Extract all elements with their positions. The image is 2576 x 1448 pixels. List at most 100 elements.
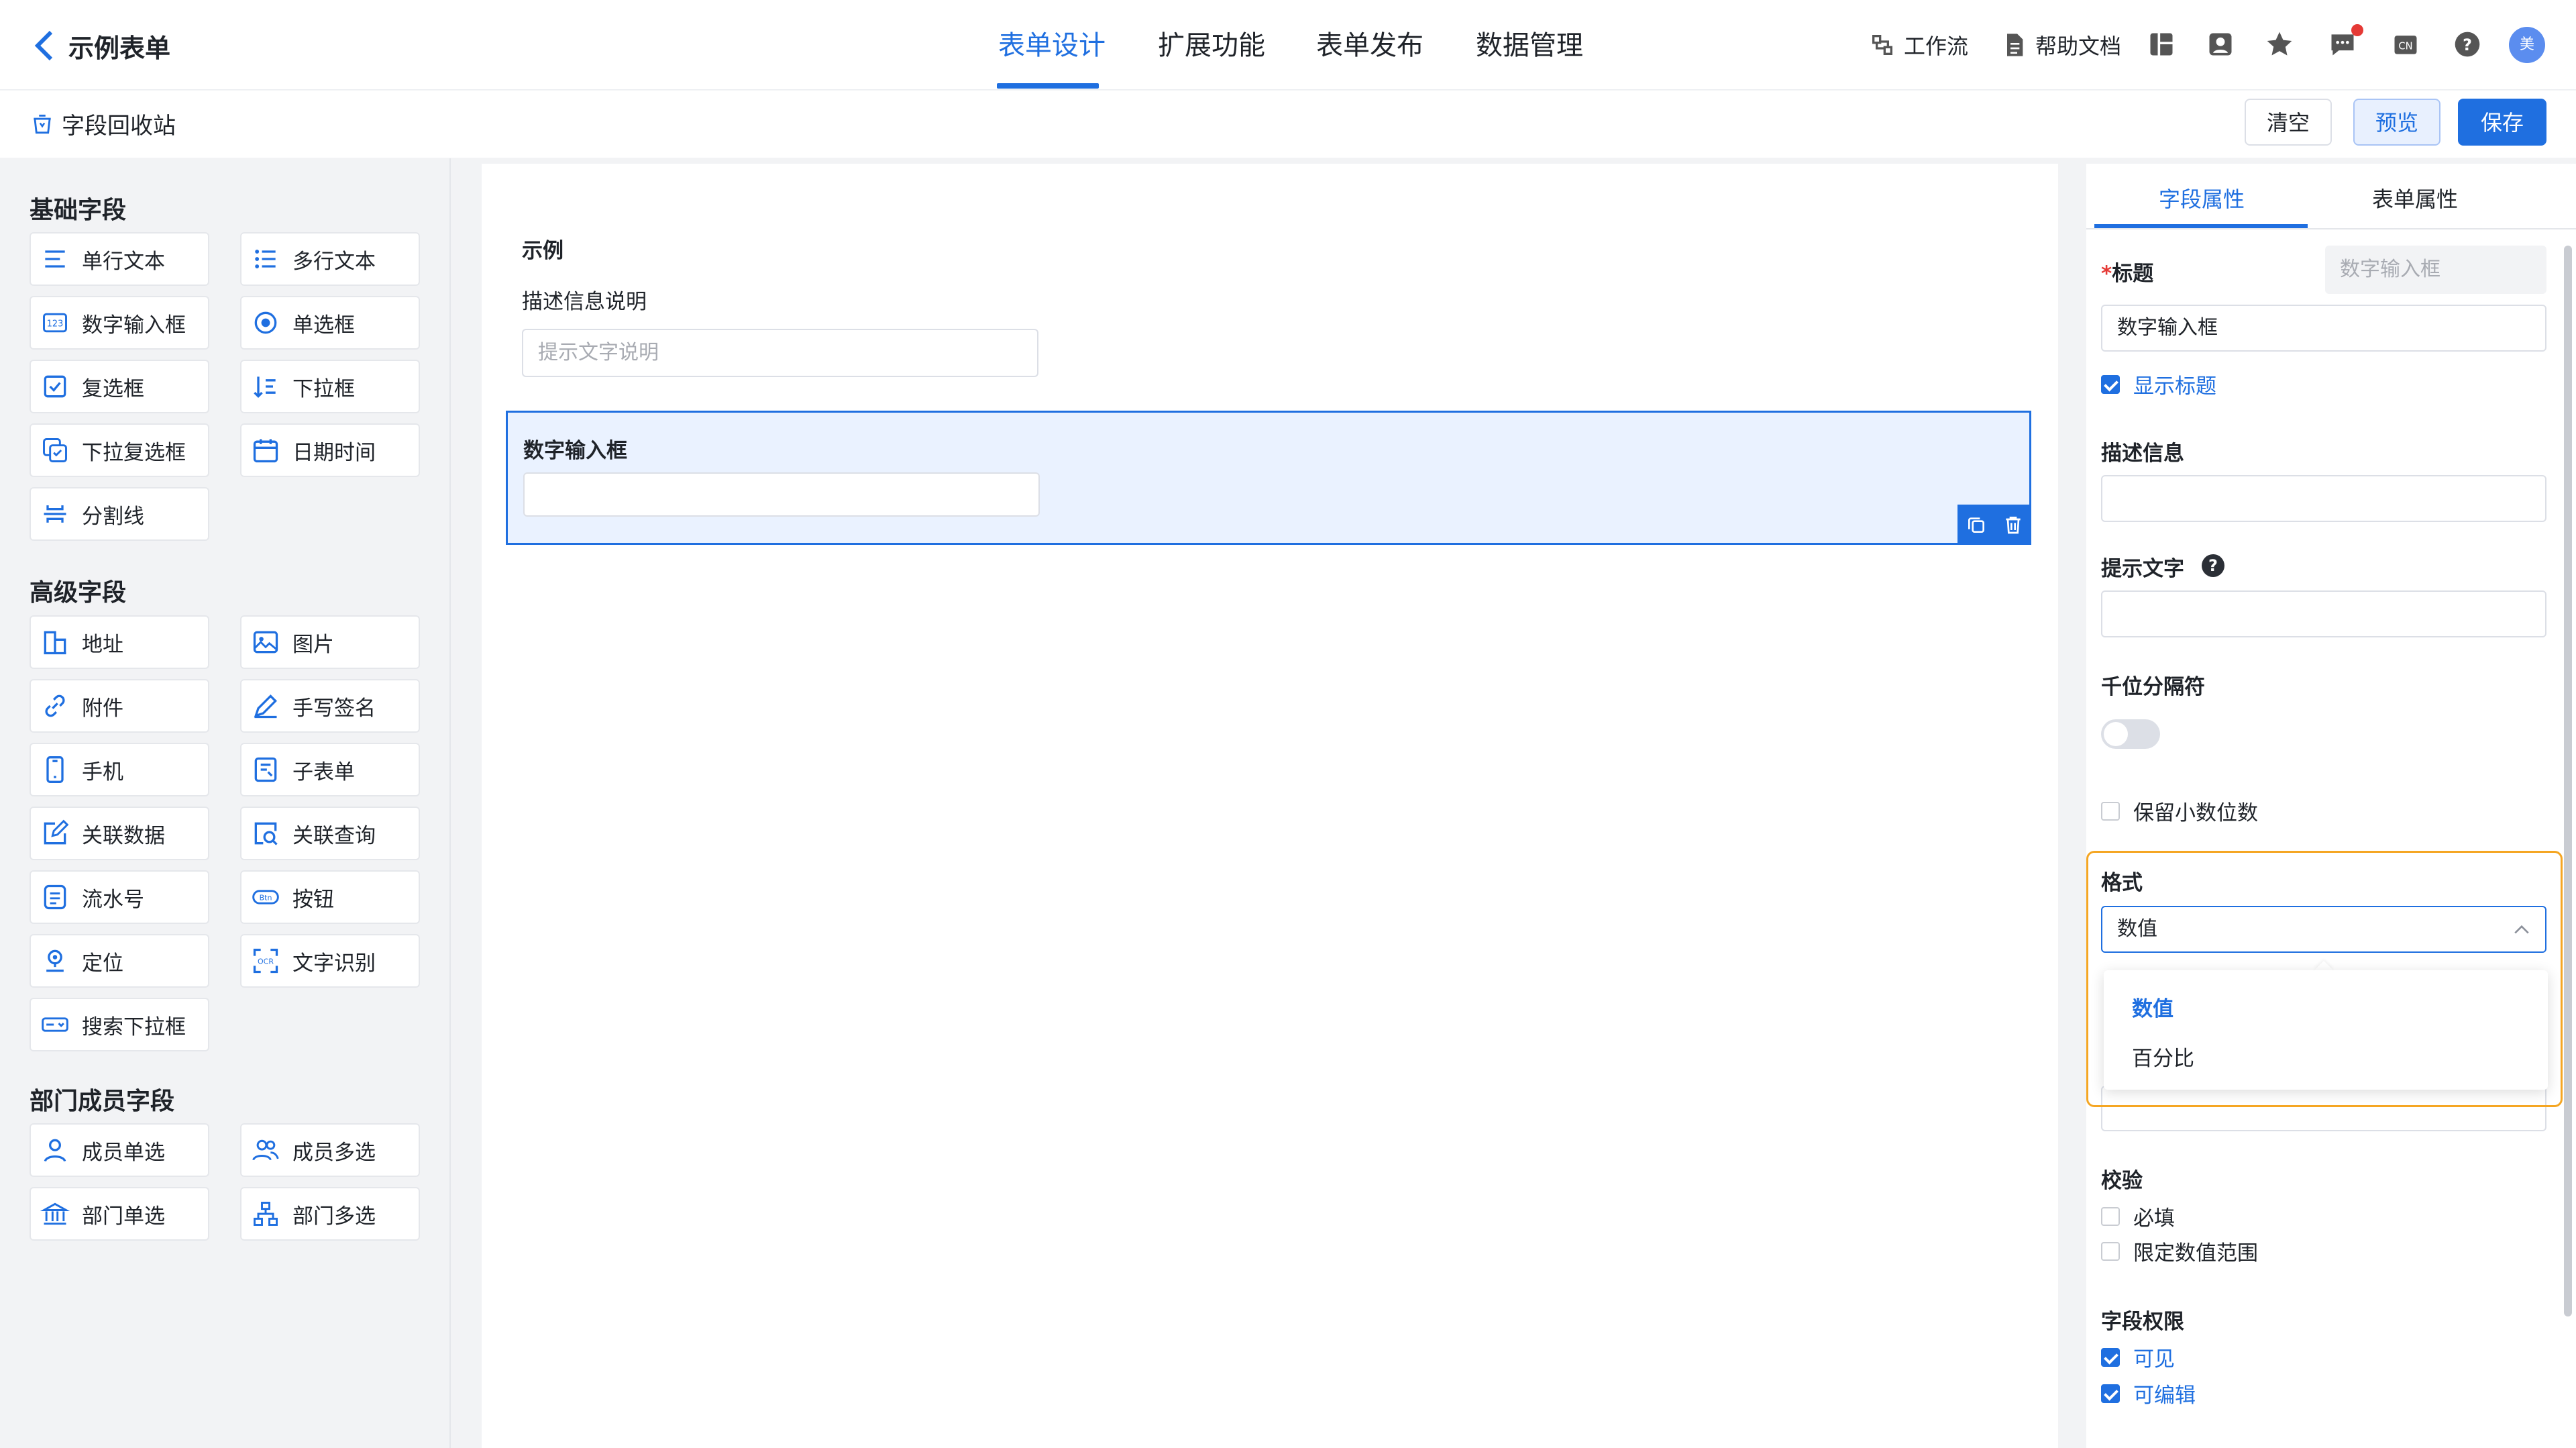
field-phone[interactable]: 手机: [30, 743, 209, 796]
trash-icon[interactable]: [2002, 514, 2024, 535]
user-avatar[interactable]: 美: [2509, 27, 2545, 63]
tab-form-properties[interactable]: 表单属性: [2372, 183, 2458, 213]
bank-icon: [40, 1199, 70, 1229]
phone-icon: [40, 755, 70, 784]
field-label: 复选框: [82, 376, 144, 401]
show-title-label: 显示标题: [2133, 374, 2216, 399]
field-related-query[interactable]: 关联查询: [240, 807, 420, 860]
keep-decimal-checkbox[interactable]: 保留小数位数: [2101, 796, 2258, 826]
checkbox-checked-icon: [2101, 1384, 2120, 1403]
field-label: 多行文本: [292, 249, 376, 274]
form-hint-input[interactable]: 提示文字说明: [522, 329, 1038, 377]
field-multi-line-text[interactable]: 多行文本: [240, 232, 420, 286]
radio-icon: [251, 308, 280, 338]
hint-text-input[interactable]: [2101, 590, 2546, 637]
language-icon[interactable]: CN: [2391, 30, 2420, 59]
field-subform[interactable]: 子表单: [240, 743, 420, 796]
tab-data-management[interactable]: 数据管理: [1476, 27, 1583, 64]
action-bar: [0, 91, 2576, 158]
field-permission-label: 字段权限: [2101, 1310, 2184, 1334]
field-label: 文字识别: [292, 951, 376, 976]
field-member-multi[interactable]: 成员多选: [240, 1123, 420, 1177]
checkbox-checked-icon: [2101, 1347, 2120, 1367]
contacts-icon[interactable]: [2206, 30, 2235, 59]
field-dropdown[interactable]: 下拉框: [240, 360, 420, 413]
hidden-input-behind-dropdown[interactable]: [2101, 1086, 2546, 1131]
field-signature[interactable]: 手写签名: [240, 679, 420, 733]
title-label-text: 标题: [2112, 262, 2154, 286]
thousands-separator-toggle[interactable]: [2101, 719, 2160, 749]
field-location[interactable]: 定位: [30, 934, 209, 988]
help-docs-button[interactable]: 帮助文档: [2000, 28, 2121, 62]
range-limit-checkbox[interactable]: 限定数值范围: [2101, 1236, 2258, 1266]
field-button[interactable]: Btn 按钮: [240, 870, 420, 924]
copy-icon[interactable]: [1966, 514, 1987, 535]
back-button[interactable]: 示例表单: [32, 27, 170, 64]
field-dropdown-multi[interactable]: 下拉复选框: [30, 423, 209, 477]
form-description[interactable]: 描述信息说明: [522, 285, 647, 315]
field-label: 单选框: [292, 313, 355, 338]
number-icon: 123: [40, 308, 70, 338]
field-checkbox[interactable]: 复选框: [30, 360, 209, 413]
field-number-input[interactable]: 123 数字输入框: [30, 296, 209, 350]
layout-icon[interactable]: [2147, 30, 2176, 59]
tab-extensions[interactable]: 扩展功能: [1158, 27, 1265, 64]
recycle-icon: [34, 114, 51, 134]
field-address[interactable]: 地址: [30, 615, 209, 669]
save-button[interactable]: 保存: [2458, 99, 2546, 146]
required-label: 必填: [2133, 1206, 2175, 1231]
title-input[interactable]: 数字输入框: [2101, 305, 2546, 352]
edit-box-icon: [40, 819, 70, 848]
field-label: 手写签名: [292, 696, 376, 721]
divider-icon: [40, 499, 70, 529]
field-datetime[interactable]: 日期时间: [240, 423, 420, 477]
field-department-multi[interactable]: 部门多选: [240, 1187, 420, 1241]
field-related-data[interactable]: 关联数据: [30, 807, 209, 860]
field-single-line-text[interactable]: 单行文本: [30, 232, 209, 286]
form-title[interactable]: 示例: [522, 234, 564, 264]
star-icon[interactable]: [2265, 30, 2294, 59]
serial-icon: [40, 882, 70, 912]
number-input-preview[interactable]: [523, 472, 1040, 517]
multi-select-icon: [40, 435, 70, 465]
field-label: 流水号: [82, 887, 144, 912]
editable-label: 可编辑: [2133, 1384, 2196, 1408]
field-serial-number[interactable]: 流水号: [30, 870, 209, 924]
visible-checkbox[interactable]: 可见: [2101, 1342, 2175, 1372]
workflow-label: 工作流: [1904, 34, 1969, 59]
field-attachment[interactable]: 附件: [30, 679, 209, 733]
users-icon: [251, 1135, 280, 1165]
tab-form-design[interactable]: 表单设计: [998, 27, 1106, 64]
field-ocr[interactable]: OCR 文字识别: [240, 934, 420, 988]
checkbox-unchecked-icon: [2101, 1206, 2120, 1226]
help-icon[interactable]: ?: [2453, 30, 2482, 59]
field-department-single[interactable]: 部门单选: [30, 1187, 209, 1241]
format-option-number[interactable]: 数值: [2132, 992, 2174, 1022]
property-panel-scrollbar[interactable]: [2564, 246, 2572, 1316]
department-member-fields-title: 部门成员字段: [30, 1088, 175, 1115]
tab-field-properties[interactable]: 字段属性: [2159, 183, 2245, 213]
field-image[interactable]: 图片: [240, 615, 420, 669]
description-input[interactable]: [2101, 475, 2546, 522]
field-search-dropdown[interactable]: 搜索下拉框: [30, 998, 209, 1051]
field-label: 部门单选: [82, 1204, 165, 1229]
required-checkbox[interactable]: 必填: [2101, 1201, 2175, 1231]
format-select[interactable]: 数值: [2101, 906, 2546, 953]
svg-text:Btn: Btn: [260, 894, 272, 902]
preview-button[interactable]: 预览: [2353, 99, 2440, 146]
field-radio[interactable]: 单选框: [240, 296, 420, 350]
field-label: 搜索下拉框: [82, 1015, 186, 1039]
keep-decimal-label: 保留小数位数: [2133, 801, 2258, 825]
tab-form-publish[interactable]: 表单发布: [1316, 27, 1424, 64]
workflow-button[interactable]: 工作流: [1869, 28, 1968, 62]
document-icon: [2007, 34, 2023, 56]
show-title-checkbox[interactable]: 显示标题: [2101, 369, 2216, 399]
field-recycle-bin[interactable]: 字段回收站: [30, 107, 176, 140]
field-actions: [1957, 505, 2031, 545]
field-divider[interactable]: 分割线: [30, 487, 209, 541]
question-icon[interactable]: ?: [2202, 554, 2224, 577]
editable-checkbox[interactable]: 可编辑: [2101, 1378, 2196, 1408]
clear-button[interactable]: 清空: [2245, 99, 2332, 146]
field-member-single[interactable]: 成员单选: [30, 1123, 209, 1177]
format-option-percent[interactable]: 百分比: [2132, 1041, 2194, 1072]
